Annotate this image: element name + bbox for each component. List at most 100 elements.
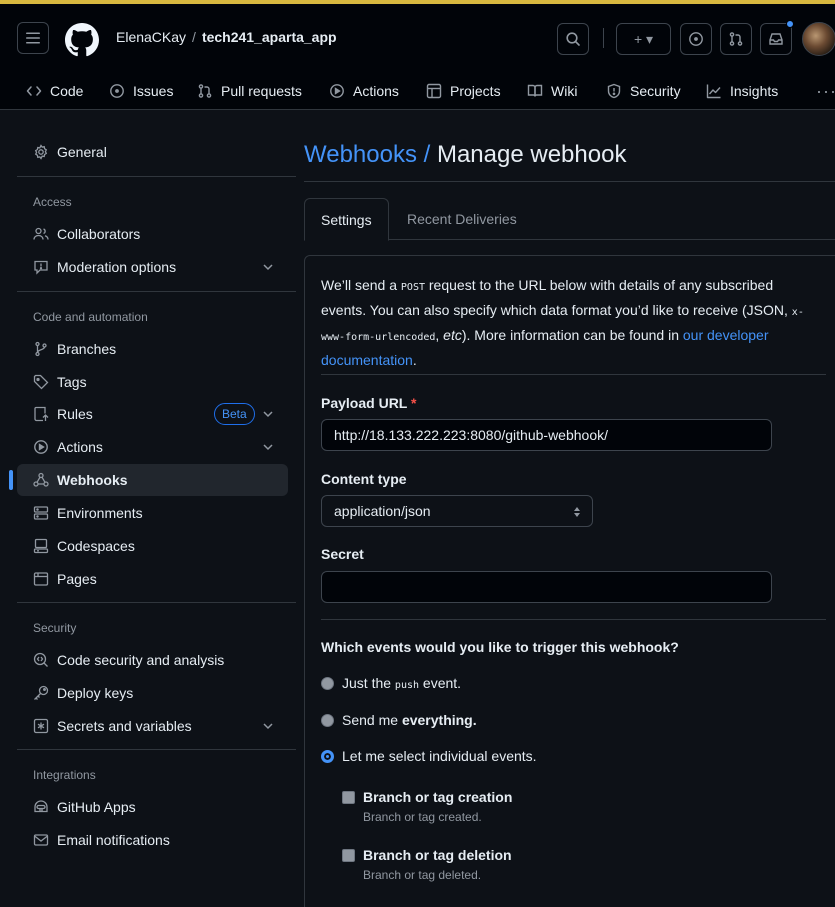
people-icon [33, 227, 49, 240]
etc-text: etc [443, 327, 462, 343]
header-divider [603, 28, 604, 48]
tab-projects[interactable]: Projects [426, 78, 501, 104]
sidebar-item-webhooks[interactable]: Webhooks [9, 464, 288, 496]
sidebar-item-label: Webhooks [57, 472, 128, 488]
content-type-select[interactable]: application/json [321, 495, 593, 527]
intro-text: We’ll send a POST request to the URL bel… [321, 274, 821, 371]
sidebar-item-branches[interactable]: Branches [17, 333, 288, 365]
repo-link[interactable]: tech241_aparta_app [202, 29, 337, 45]
sidebar-item-moderation[interactable]: Moderation options [17, 251, 288, 283]
intro-part: , [435, 327, 444, 343]
three-bars-icon [26, 32, 40, 44]
tab-actions[interactable]: Actions [329, 78, 399, 104]
github-logo-icon[interactable] [65, 23, 99, 57]
search-button[interactable] [557, 23, 589, 55]
sidebar-item-secrets[interactable]: Secrets and variables [17, 710, 288, 742]
sidebar-item-collaborators[interactable]: Collaborators [17, 218, 288, 250]
radio-button[interactable] [321, 676, 334, 690]
push-code: push [394, 680, 420, 691]
browser-icon [33, 572, 49, 586]
sidebar-item-codespaces[interactable]: Codespaces [17, 530, 288, 562]
tab-wiki[interactable]: Wiki [527, 78, 577, 104]
owner-link[interactable]: ElenaCKay [116, 29, 186, 45]
payload-url-label-text: Payload URL [321, 395, 408, 411]
events-question: Which events would you like to trigger t… [321, 639, 679, 655]
sidebar-divider [17, 602, 296, 603]
checkbox[interactable] [342, 849, 355, 862]
issue-opened-icon [689, 32, 703, 46]
secret-input[interactable] [321, 571, 772, 603]
key-icon [34, 685, 49, 700]
play-icon [34, 440, 48, 454]
sidebar-divider [17, 749, 296, 750]
hubot-icon [34, 800, 48, 813]
tab-recent-deliveries[interactable]: Recent Deliveries [391, 198, 533, 240]
intro-part: . [412, 352, 417, 368]
sidebar-item-general[interactable]: General [17, 136, 288, 168]
git-pull-request-icon [198, 84, 212, 98]
sidebar-item-email-notifications[interactable]: Email notifications [17, 824, 288, 856]
tab-issues[interactable]: Issues [109, 78, 173, 104]
event-title: Branch or tag creation [363, 789, 513, 805]
inbox-button[interactable] [760, 23, 792, 55]
radio-button[interactable] [321, 713, 334, 727]
event-description: Branch or tag created. [363, 810, 482, 824]
global-header: ElenaCKay / tech241_aparta_app + ▾ Code Is… [0, 4, 835, 110]
search-icon [566, 32, 580, 46]
sidebar-item-label: Secrets and variables [57, 718, 192, 734]
tab-code[interactable]: Code [26, 78, 83, 104]
hamburger-menu-button[interactable] [17, 22, 49, 54]
form-divider [321, 374, 826, 375]
radio-label: Let me select individual events. [342, 748, 537, 764]
server-icon [33, 506, 49, 520]
radio-push-only[interactable]: Just the push event. [321, 675, 461, 691]
radio-label-part: Just the [342, 675, 395, 691]
book-icon [527, 84, 543, 97]
radio-everything[interactable]: Send me everything. [321, 712, 477, 728]
chevron-down-icon [263, 444, 273, 451]
issues-button[interactable] [680, 23, 712, 55]
everything-bold: everything. [401, 712, 477, 728]
event-title: Branch or tag deletion [363, 847, 512, 863]
avatar[interactable] [802, 22, 835, 56]
code-icon [26, 86, 42, 96]
sidebar-item-environments[interactable]: Environments [17, 497, 288, 529]
sidebar-item-actions[interactable]: Actions [17, 431, 288, 463]
sidebar-item-rules[interactable]: Rules Beta [17, 398, 288, 430]
tab-insights[interactable]: Insights [706, 78, 778, 104]
section-title-access: Access [33, 195, 72, 209]
checkbox[interactable] [342, 791, 355, 804]
sidebar-item-label: Tags [57, 374, 87, 390]
sidebar-item-github-apps[interactable]: GitHub Apps [17, 791, 288, 823]
pull-requests-button[interactable] [720, 23, 752, 55]
tab-code-label: Code [50, 83, 84, 99]
sidebar-item-label: Branches [57, 341, 117, 357]
tab-pull-requests[interactable]: Pull requests [197, 78, 302, 104]
more-tabs-button[interactable]: ··· [816, 78, 835, 104]
tab-settings[interactable]: Settings [304, 198, 389, 241]
repo-push-icon [34, 406, 49, 422]
payload-url-input[interactable]: http://18.133.222.223:8080/github-webhoo… [321, 419, 772, 451]
mail-icon [33, 834, 49, 846]
tab-security[interactable]: Security [606, 78, 681, 104]
post-code: POST [400, 282, 425, 293]
content-type-value: application/json [334, 503, 431, 519]
select-arrows-icon [574, 507, 580, 517]
payload-url-label: Payload URL * [321, 395, 416, 411]
radio-button-checked[interactable] [321, 749, 334, 763]
sidebar-item-code-security[interactable]: Code security and analysis [17, 644, 288, 676]
webhooks-crumb-link[interactable]: Webhooks / [304, 141, 430, 168]
title-divider [304, 181, 835, 182]
create-new-button[interactable]: + ▾ [616, 23, 671, 55]
radio-select-individual[interactable]: Let me select individual events. [321, 748, 537, 764]
sidebar-item-pages[interactable]: Pages [17, 563, 288, 595]
gear-icon [34, 144, 48, 160]
radio-label-part: event. [419, 675, 462, 691]
sidebar-item-deploy-keys[interactable]: Deploy keys [17, 677, 288, 709]
sidebar-item-tags[interactable]: Tags [17, 366, 288, 398]
secret-label: Secret [321, 546, 364, 562]
inbox-icon [769, 33, 783, 45]
sidebar-item-label: Email notifications [57, 832, 170, 848]
beta-badge: Beta [214, 403, 255, 425]
chevron-down-icon [263, 723, 273, 730]
